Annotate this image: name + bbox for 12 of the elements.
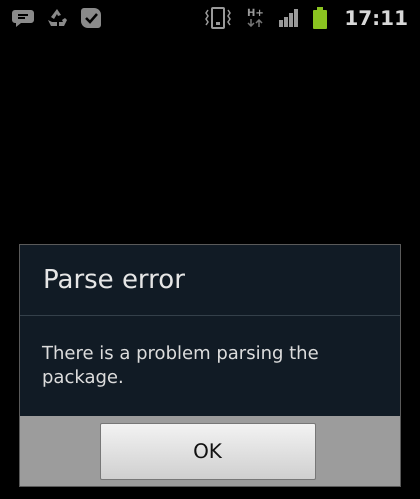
recycle-icon [46,8,68,28]
ok-button[interactable]: OK [100,422,316,480]
vibrate-icon [204,7,232,29]
dialog-message: There is a problem parsing the package. [42,342,320,390]
data-arrows-icon [247,19,264,27]
network-type-label: H+ [246,9,264,19]
signal-icon [278,9,300,27]
chat-icon [12,8,34,28]
check-badge-icon [80,7,102,29]
dialog-title: Parse error [43,264,185,296]
battery-icon [312,7,328,29]
clock-time: 17:11 [344,5,408,32]
